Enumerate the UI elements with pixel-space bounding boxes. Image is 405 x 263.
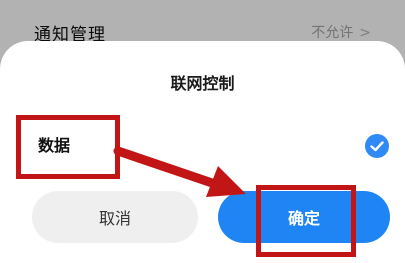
cancel-button[interactable]: 取消 [32,191,198,243]
screen: 通知管理 不允许 > 联网控制 数据 取消 确定 [0,0,405,263]
dialog-title: 联网控制 [170,74,235,93]
highlight-box-data-option [16,115,120,179]
highlight-box-confirm-button [256,185,356,257]
checkmark-icon[interactable] [365,134,389,158]
